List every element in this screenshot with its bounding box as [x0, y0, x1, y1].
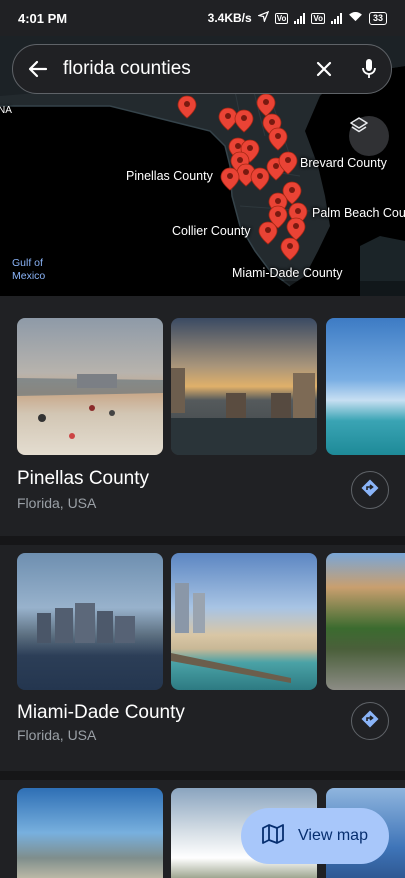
result-photo[interactable]	[171, 553, 317, 690]
search-input[interactable]: florida counties	[63, 58, 315, 80]
map-pin	[280, 237, 300, 261]
map-pin	[220, 167, 240, 191]
map-pin	[286, 217, 306, 241]
divider	[0, 536, 405, 545]
result-photo[interactable]	[326, 318, 405, 455]
result-photo[interactable]	[17, 318, 163, 455]
map-pin	[268, 127, 288, 151]
result-photo[interactable]	[171, 318, 317, 455]
map-pin	[256, 93, 276, 117]
divider	[0, 771, 405, 780]
map-label-brevard[interactable]: Brevard County	[300, 156, 387, 170]
location-icon	[256, 10, 269, 25]
battery-icon: 33	[368, 11, 387, 25]
map-pin	[177, 95, 197, 119]
map-label-gulf: Gulf of Mexico	[12, 257, 46, 282]
status-bar: 4:01 PM 3.4KB/s Vo Vo 33	[0, 0, 405, 36]
map-label-na: NA	[0, 105, 12, 116]
map-icon	[262, 823, 284, 849]
map-label-miami-dade[interactable]: Miami-Dade County	[232, 266, 342, 280]
map-pin	[234, 109, 254, 133]
result-subtitle: Florida, USA	[17, 495, 97, 511]
map-pin	[250, 167, 270, 191]
search-bar[interactable]: florida counties	[12, 44, 392, 94]
result-subtitle: Florida, USA	[17, 727, 97, 743]
volte-icon-2: Vo	[311, 12, 325, 24]
result-photo[interactable]	[17, 788, 163, 878]
back-arrow-icon[interactable]	[27, 58, 49, 80]
map-pin	[258, 221, 278, 245]
layers-button[interactable]	[349, 116, 389, 156]
status-time: 4:01 PM	[18, 10, 68, 26]
clear-icon[interactable]	[315, 60, 333, 78]
directions-button[interactable]	[351, 702, 389, 740]
net-speed: 3.4KB/s	[207, 11, 252, 25]
map-label-collier[interactable]: Collier County	[172, 224, 251, 238]
map-pin	[218, 107, 238, 131]
map-label-palm-beach[interactable]: Palm Beach Cou	[312, 206, 405, 220]
directions-icon	[360, 478, 380, 503]
result-photo[interactable]	[326, 553, 405, 690]
results-sheet[interactable]: Pinellas County Florida, USA Miami-Dade …	[0, 296, 405, 878]
view-map-label: View map	[298, 827, 368, 844]
directions-button[interactable]	[351, 471, 389, 509]
result-card[interactable]: Pinellas County Florida, USA	[0, 296, 405, 536]
map-label-pinellas[interactable]: Pinellas County	[126, 169, 213, 183]
view-map-button[interactable]: View map	[241, 808, 389, 864]
result-title[interactable]: Pinellas County	[17, 468, 149, 490]
volte-icon: Vo	[274, 12, 289, 24]
result-photo[interactable]	[17, 553, 163, 690]
microphone-icon[interactable]	[361, 58, 377, 80]
signal-icon	[294, 12, 306, 24]
result-card[interactable]: Miami-Dade County Florida, USA	[0, 545, 405, 771]
status-icons: 3.4KB/s Vo Vo 33	[207, 10, 387, 25]
directions-icon	[360, 709, 380, 734]
signal-icon-2	[330, 12, 342, 24]
result-title[interactable]: Miami-Dade County	[17, 702, 185, 724]
wifi-icon	[348, 11, 363, 25]
